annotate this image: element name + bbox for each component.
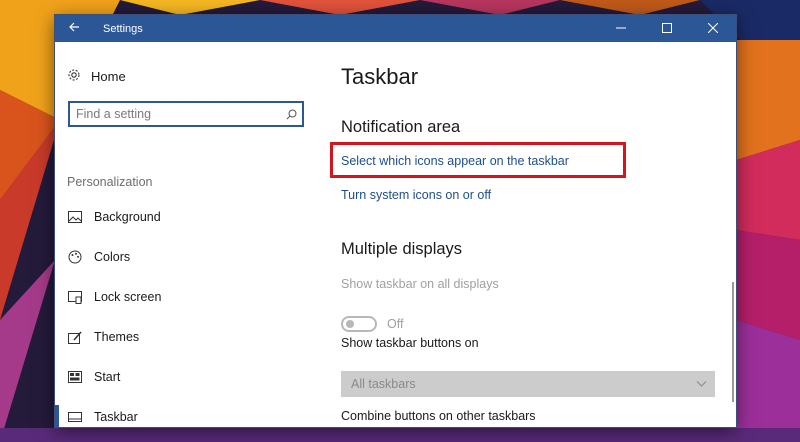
picture-icon xyxy=(67,209,83,225)
page-title: Taskbar xyxy=(341,64,419,89)
sidebar: Home Personalization Background Colors xyxy=(55,42,319,427)
show-all-displays-toggle[interactable] xyxy=(341,316,377,332)
window-title: Settings xyxy=(103,22,143,35)
maximize-icon xyxy=(662,20,672,38)
sidebar-item-taskbar[interactable]: Taskbar xyxy=(55,401,319,427)
multiple-displays-heading: Multiple displays xyxy=(341,240,463,258)
sidebar-item-colors[interactable]: Colors xyxy=(55,241,319,273)
buttons-on-label: Show taskbar buttons on xyxy=(341,336,479,350)
search-input[interactable] xyxy=(70,104,280,124)
sidebar-item-label: Taskbar xyxy=(94,410,138,424)
section-label: Personalization xyxy=(67,175,153,189)
show-all-displays-label: Show taskbar on all displays xyxy=(341,277,499,291)
home-link[interactable]: Home xyxy=(67,68,126,85)
buttons-on-dropdown[interactable]: All taskbars xyxy=(341,371,715,397)
select-icons-link[interactable]: Select which icons appear on the taskbar xyxy=(341,154,569,168)
back-arrow-icon xyxy=(68,20,80,38)
lock-screen-icon xyxy=(67,289,83,305)
settings-window: Settings Home Personalization xyxy=(55,15,736,427)
sidebar-item-start[interactable]: Start xyxy=(55,361,319,393)
dropdown-value: All taskbars xyxy=(351,377,416,391)
sidebar-item-label: Lock screen xyxy=(94,290,162,304)
sidebar-item-background[interactable]: Background xyxy=(55,201,319,233)
start-icon xyxy=(67,369,83,385)
search-box[interactable] xyxy=(68,101,304,127)
taskbar-icon xyxy=(67,409,83,425)
home-label: Home xyxy=(91,69,126,84)
minimize-icon xyxy=(616,20,626,38)
notification-area-heading: Notification area xyxy=(341,118,461,136)
sidebar-item-label: Colors xyxy=(94,250,131,264)
scrollbar[interactable] xyxy=(732,282,734,402)
gear-icon xyxy=(67,68,81,85)
toggle-knob xyxy=(346,320,354,328)
sidebar-item-label: Themes xyxy=(94,330,140,344)
toggle-state-label: Off xyxy=(387,317,404,331)
sidebar-item-label: Background xyxy=(94,210,161,224)
maximize-button[interactable] xyxy=(644,15,690,42)
themes-icon xyxy=(67,329,83,345)
sidebar-item-themes[interactable]: Themes xyxy=(55,321,319,353)
sidebar-item-lock-screen[interactable]: Lock screen xyxy=(55,281,319,313)
combine-buttons-label: Combine buttons on other taskbars xyxy=(341,409,536,423)
close-button[interactable] xyxy=(690,15,736,42)
main-content: Taskbar Notification area Select which i… xyxy=(330,42,736,427)
system-icons-link[interactable]: Turn system icons on or off xyxy=(341,188,491,202)
search-icon[interactable] xyxy=(280,109,302,120)
window-controls xyxy=(598,15,736,42)
title-bar: Settings xyxy=(55,15,736,42)
back-button[interactable] xyxy=(55,15,93,42)
chevron-down-icon xyxy=(696,378,707,392)
palette-icon xyxy=(67,249,83,265)
minimize-button[interactable] xyxy=(598,15,644,42)
close-icon xyxy=(707,20,719,38)
sidebar-item-label: Start xyxy=(94,370,121,384)
